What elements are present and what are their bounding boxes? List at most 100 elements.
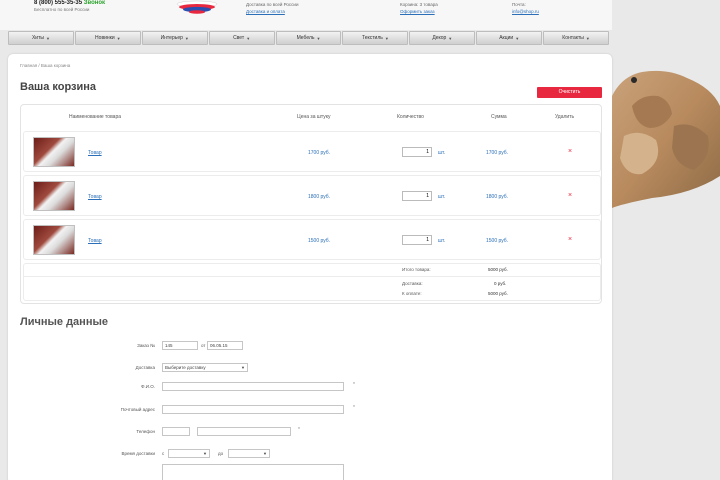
nav-item-8[interactable]: Акции ▼ (476, 31, 543, 45)
product-name-link[interactable]: Товар (88, 238, 102, 244)
col-header-delete: Удалить (555, 114, 575, 120)
phone-number-field[interactable] (197, 427, 291, 436)
product-name-link[interactable]: Товар (88, 150, 102, 156)
comment-textarea[interactable] (162, 464, 344, 480)
header-phone[interactable]: 8 (800) 555-35-35 (34, 0, 82, 6)
chevron-down-icon: ▼ (316, 35, 321, 41)
close-icon[interactable]: × (568, 148, 572, 155)
table-row: Товар 1700 руб. шт. 1700 руб. × (23, 131, 601, 172)
nav-item-4[interactable]: Свет ▼ (208, 31, 275, 45)
row-sum: 1500 руб. (486, 238, 509, 244)
fio-label: Ф.И.О. (141, 384, 155, 389)
dog-photo (612, 70, 720, 208)
delivery-select-value: Выберите доставку (165, 365, 206, 370)
order-number-field[interactable]: 145 (162, 341, 198, 350)
nav-item-label: Акции (499, 35, 514, 41)
chevron-down-icon: ▼ (241, 365, 245, 370)
header-email-label: Почта: (512, 2, 526, 7)
chevron-down-icon: ▼ (448, 35, 453, 41)
quantity-input[interactable] (402, 235, 432, 245)
time-to-label: до (218, 451, 224, 456)
address-field[interactable] (162, 405, 344, 414)
grand-total-value: 5000 руб. (488, 291, 508, 296)
grand-total-label: К оплате: (402, 291, 422, 296)
nav-item-label: Свет (233, 35, 245, 41)
nav-item-label: Декор (432, 35, 447, 41)
site-header: 8 (800) 555-35-35 Звонок Бесплатно по вс… (0, 0, 612, 30)
callback-link[interactable]: Звонок (84, 0, 105, 6)
cart-table-header: Наименование товара Цена за штуку Количе… (21, 105, 601, 129)
nav-item-label: Мебель (296, 35, 315, 41)
quantity-input[interactable] (402, 147, 432, 157)
nav-item-3[interactable]: Интерьер ▼ (141, 31, 208, 45)
product-name-link[interactable]: Товар (88, 194, 102, 200)
header-email-block: Почта: info@shop.ru (512, 1, 539, 15)
chevron-down-icon: ▼ (116, 35, 121, 41)
col-header-price: Цена за штуку (297, 114, 331, 120)
chevron-down-icon: ▼ (515, 35, 520, 41)
nav-item-9[interactable]: Контакты ▼ (543, 31, 610, 45)
russia-flag-logo (176, 0, 218, 14)
goods-total-label: Итого товара: (402, 267, 431, 272)
goods-total-value: 5000 руб. (488, 267, 508, 272)
personal-data-title: Личные данные (20, 316, 108, 328)
table-row: Товар 1800 руб. шт. 1800 руб. × (23, 175, 601, 216)
nav-item-7[interactable]: Декор ▼ (409, 31, 476, 45)
header-delivery-text: Доставка по всей России (246, 2, 299, 7)
order-date-field[interactable]: 06.05.15 (207, 341, 243, 350)
row-sum: 1800 руб. (486, 194, 509, 200)
chevron-down-icon: ▼ (184, 35, 189, 41)
header-email-link[interactable]: info@shop.ru (512, 8, 539, 15)
nav-item-label: Контакты (562, 35, 584, 41)
product-price: 1700 руб. (308, 150, 331, 156)
nav-item-label: Текстиль (361, 35, 383, 41)
close-icon[interactable]: × (568, 236, 572, 243)
nav-item-2[interactable]: Новинки ▼ (74, 31, 141, 45)
product-thumbnail[interactable] (33, 225, 75, 255)
col-header-name: Наименование товара (69, 114, 122, 120)
quantity-input[interactable] (402, 191, 432, 201)
delivery-total-value: 0 руб. (494, 281, 507, 286)
nav-item-5[interactable]: Мебель ▼ (275, 31, 342, 45)
cart-totals: Итого товара: 5000 руб. Доставка: 0 руб.… (23, 263, 601, 301)
chevron-down-icon: ▼ (585, 35, 590, 41)
header-cart-link[interactable]: Оформить заказ (400, 8, 438, 15)
row-sum: 1700 руб. (486, 150, 509, 156)
close-icon[interactable]: × (568, 192, 572, 199)
col-header-sum: Сумма (491, 114, 507, 120)
product-price: 1500 руб. (308, 238, 331, 244)
col-header-qty: Количество (397, 114, 424, 120)
clear-cart-button[interactable]: Очистить (537, 87, 602, 98)
header-phone-line: 8 (800) 555-35-35 Звонок (34, 0, 154, 6)
nav-item-1[interactable]: Хиты ▼ (8, 31, 74, 45)
product-thumbnail[interactable] (33, 181, 75, 211)
chevron-down-icon: ▼ (263, 451, 267, 456)
required-mark: * (353, 405, 355, 411)
order-date-from-label: от (201, 343, 206, 348)
fio-field[interactable] (162, 382, 344, 391)
product-price: 1800 руб. (308, 194, 331, 200)
quantity-unit: шт. (438, 194, 446, 200)
required-mark: * (353, 382, 355, 388)
header-cart-text: Корзина: 3 товара (400, 2, 438, 7)
delivery-select[interactable]: Выберите доставку ▼ (162, 363, 248, 372)
time-to-select[interactable]: ▼ (228, 449, 270, 458)
time-from-select[interactable]: ▼ (168, 449, 210, 458)
header-cart-block: Корзина: 3 товара Оформить заказ (400, 1, 438, 15)
header-phone-sub: Бесплатно по всей России (34, 7, 90, 12)
chevron-down-icon: ▼ (203, 451, 207, 456)
header-delivery-link[interactable]: Доставка и оплата (246, 8, 298, 15)
totals-divider (24, 276, 600, 277)
nav-item-6[interactable]: Текстиль ▼ (342, 31, 409, 45)
breadcrumb[interactable]: Главная / Ваша корзина (20, 63, 70, 68)
address-label: Почтовый адрес (120, 407, 155, 412)
delivery-label: Доставка (135, 365, 155, 370)
product-thumbnail[interactable] (33, 137, 75, 167)
time-from-label: с (162, 451, 165, 456)
quantity-unit: шт. (438, 150, 446, 156)
phone-code-field[interactable] (162, 427, 190, 436)
main-nav: Хиты ▼ Новинки ▼ Интерьер ▼ Свет ▼ Мебель ▼ Т… (8, 31, 610, 45)
required-mark: * (298, 427, 300, 433)
main-panel: Главная / Ваша корзина Ваша корзина Очис… (8, 54, 612, 480)
table-row: Товар 1500 руб. шт. 1500 руб. × (23, 219, 601, 260)
